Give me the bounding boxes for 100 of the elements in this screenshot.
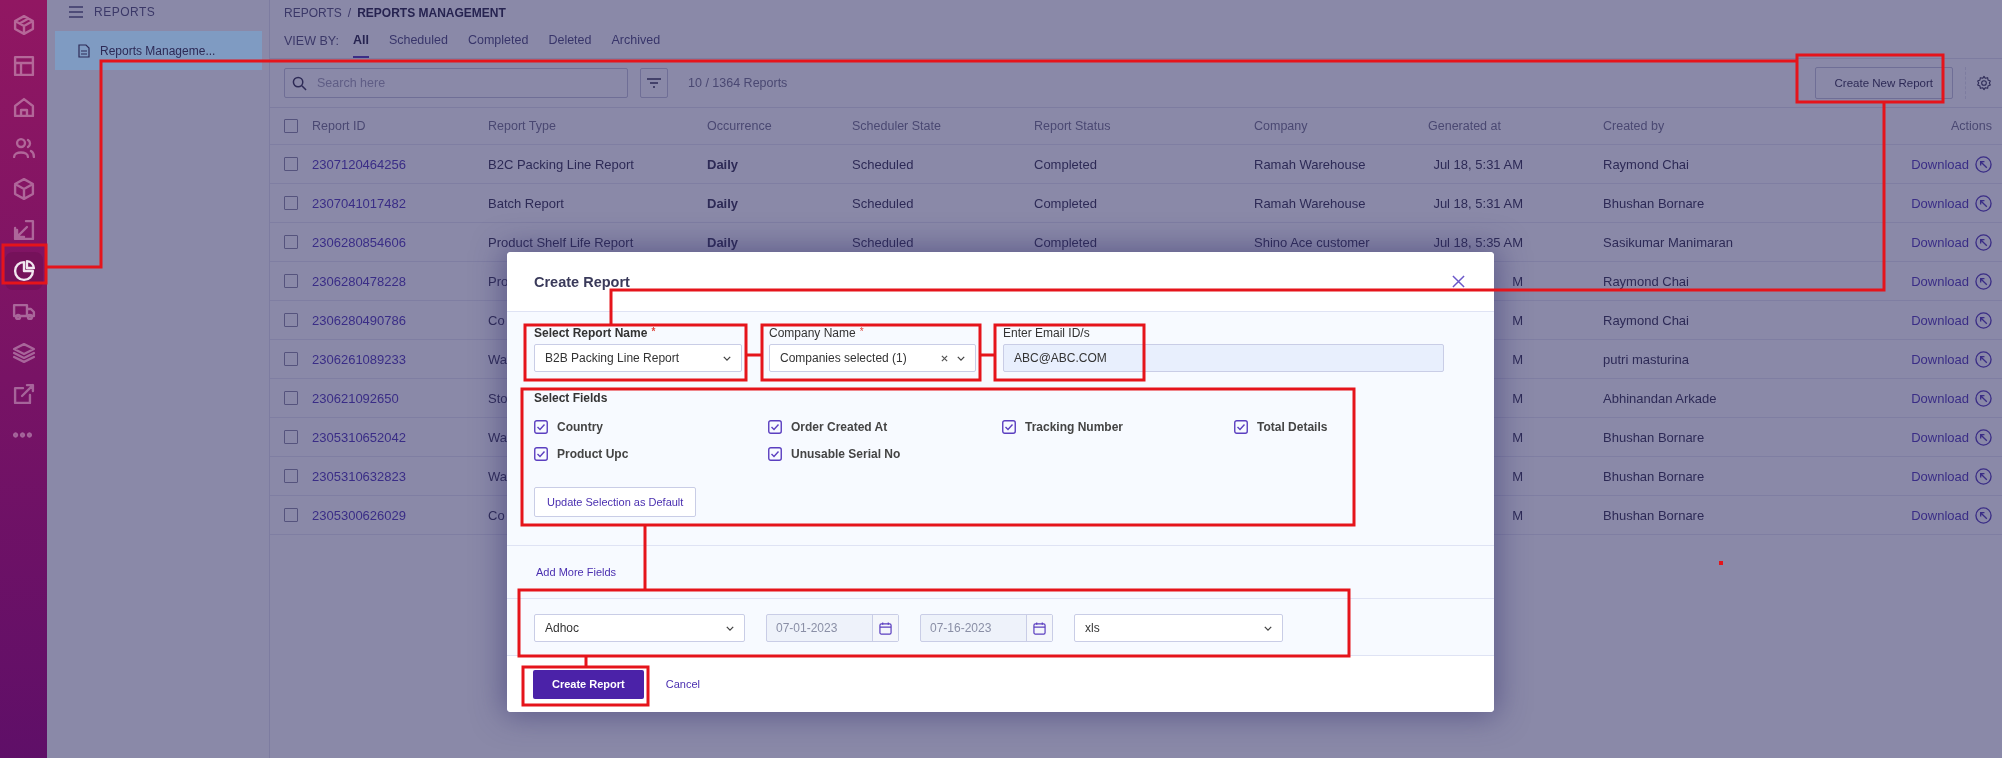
checkbox[interactable] — [534, 446, 548, 461]
column-header: Report ID — [312, 119, 367, 133]
chevron-icon[interactable] — [723, 355, 731, 361]
breadcrumb-link[interactable]: REPORTS — [284, 6, 342, 20]
arrow-circle-icon[interactable] — [1975, 233, 1992, 251]
report-id-link[interactable]: 2306261089233 — [312, 351, 406, 367]
row-checkbox[interactable] — [284, 352, 298, 366]
dropdown-field[interactable]: xls — [1074, 614, 1283, 642]
column-header: Report Status — [1034, 119, 1112, 133]
arrow-circle-icon[interactable] — [1975, 272, 1992, 290]
field-label: Select Report Name — [534, 326, 648, 342]
checkbox-label: Country — [557, 419, 603, 434]
create-report-button[interactable]: Create Report — [533, 669, 644, 699]
row-checkbox[interactable] — [284, 508, 298, 522]
table-cell: Wa — [488, 429, 508, 445]
sidebar-title: REPORTS — [94, 5, 156, 19]
checkbox[interactable] — [768, 419, 782, 434]
close-icon[interactable] — [1452, 275, 1465, 288]
download-link[interactable]: Download — [1911, 273, 1969, 289]
add-more-fields-link[interactable]: Add More Fields — [536, 566, 617, 578]
select-all-checkbox[interactable] — [284, 119, 298, 133]
create-new-report-button[interactable]: Create New Report — [1814, 67, 1953, 99]
download-link[interactable]: Download — [1911, 390, 1969, 406]
update-default-button[interactable]: Update Selection as Default — [534, 487, 697, 517]
chevron-icon[interactable] — [957, 355, 965, 361]
sidebar-item[interactable]: Reports Manageme... — [55, 31, 262, 70]
column-header: Generated at — [1428, 119, 1502, 133]
table-cell: Batch Report — [488, 195, 564, 211]
table-cell: Jul 18, 5:35 AM — [1433, 234, 1523, 250]
report-id-link[interactable]: 2306280478228 — [312, 273, 406, 289]
table-cell: Raymond Chai — [1603, 156, 1689, 172]
filter-tab[interactable]: Completed — [467, 24, 529, 58]
checkbox[interactable] — [1234, 419, 1248, 434]
checkbox-label: Total Details — [1257, 419, 1328, 434]
report-id-link[interactable]: 2307120464256 — [312, 156, 406, 172]
download-link[interactable]: Download — [1911, 156, 1969, 172]
arrow-circle-icon[interactable] — [1975, 467, 1992, 485]
report-id-link[interactable]: 2305310632823 — [312, 468, 406, 484]
arrow-circle-icon[interactable] — [1975, 389, 1992, 407]
filter-tab[interactable]: All — [352, 24, 369, 58]
arrow-circle-icon[interactable] — [1975, 311, 1992, 329]
row-checkbox[interactable] — [284, 196, 298, 210]
settings-icon[interactable] — [1976, 75, 1992, 91]
dropdown-field[interactable]: Companies selected (1) — [769, 344, 976, 372]
dialog-title: Create Report — [534, 273, 630, 290]
chevron-icon[interactable] — [1264, 625, 1272, 631]
report-id-link[interactable]: 230621092650 — [312, 390, 399, 406]
table-cell: M — [1512, 468, 1523, 484]
arrow-circle-icon[interactable] — [1975, 194, 1992, 212]
field-label: Company Name — [769, 326, 856, 342]
row-checkbox[interactable] — [284, 235, 298, 249]
arrow-circle-icon[interactable] — [1975, 155, 1992, 173]
arrow-circle-icon[interactable] — [1975, 350, 1992, 368]
filter-button[interactable] — [640, 68, 668, 98]
checkbox[interactable] — [1002, 419, 1016, 434]
row-checkbox[interactable] — [284, 274, 298, 288]
filter-icon — [647, 78, 661, 88]
arrow-circle-icon[interactable] — [1975, 428, 1992, 446]
table-cell: Shino Ace customer — [1254, 234, 1370, 250]
filter-tab[interactable]: Archived — [611, 24, 661, 58]
row-checkbox[interactable] — [284, 157, 298, 171]
download-link[interactable]: Download — [1911, 312, 1969, 328]
checkbox[interactable] — [534, 419, 548, 434]
field-label: Enter Email ID/s — [1003, 326, 1090, 342]
table-cell: Co — [488, 312, 505, 328]
pie-chart-icon[interactable] — [4, 251, 43, 290]
table-cell: Scheduled — [852, 234, 914, 250]
required-mark: * — [859, 326, 864, 339]
report-id-link[interactable]: 2306280854606 — [312, 234, 406, 250]
dropdown-field[interactable]: Adhoc — [534, 614, 745, 642]
report-id-link[interactable]: 2307041017482 — [312, 195, 406, 211]
menu-icon[interactable] — [69, 6, 83, 18]
checkbox[interactable] — [768, 446, 782, 461]
arrow-circle-icon[interactable] — [1975, 506, 1992, 524]
download-link[interactable]: Download — [1911, 468, 1969, 484]
table-cell: Bhushan Bornare — [1603, 507, 1705, 523]
report-id-link[interactable]: 2305310652042 — [312, 429, 406, 445]
download-link[interactable]: Download — [1911, 429, 1969, 445]
view-by-label: VIEW BY: — [284, 34, 339, 48]
table-cell: Daily — [707, 195, 739, 211]
row-checkbox[interactable] — [284, 313, 298, 327]
download-link[interactable]: Download — [1911, 195, 1969, 211]
download-link[interactable]: Download — [1911, 351, 1969, 367]
row-checkbox[interactable] — [284, 430, 298, 444]
document-icon — [78, 43, 90, 58]
clear-icon[interactable] — [941, 354, 948, 362]
chevron-icon[interactable] — [726, 625, 734, 631]
report-id-link[interactable]: 2305300626029 — [312, 507, 406, 523]
column-header: Occurrence — [707, 119, 773, 133]
dropdown-field[interactable]: B2B Packing Line Report — [534, 344, 742, 372]
email-field[interactable]: ABC@ABC.COM — [1003, 344, 1444, 372]
row-checkbox[interactable] — [284, 391, 298, 405]
filter-tab[interactable]: Scheduled — [388, 24, 448, 58]
download-link[interactable]: Download — [1911, 234, 1969, 250]
row-checkbox[interactable] — [284, 469, 298, 483]
filter-tab[interactable]: Deleted — [548, 24, 592, 58]
download-link[interactable]: Download — [1911, 507, 1969, 523]
table-cell: Completed — [1034, 195, 1097, 211]
cancel-link[interactable]: Cancel — [665, 678, 700, 690]
report-id-link[interactable]: 2306280490786 — [312, 312, 406, 328]
